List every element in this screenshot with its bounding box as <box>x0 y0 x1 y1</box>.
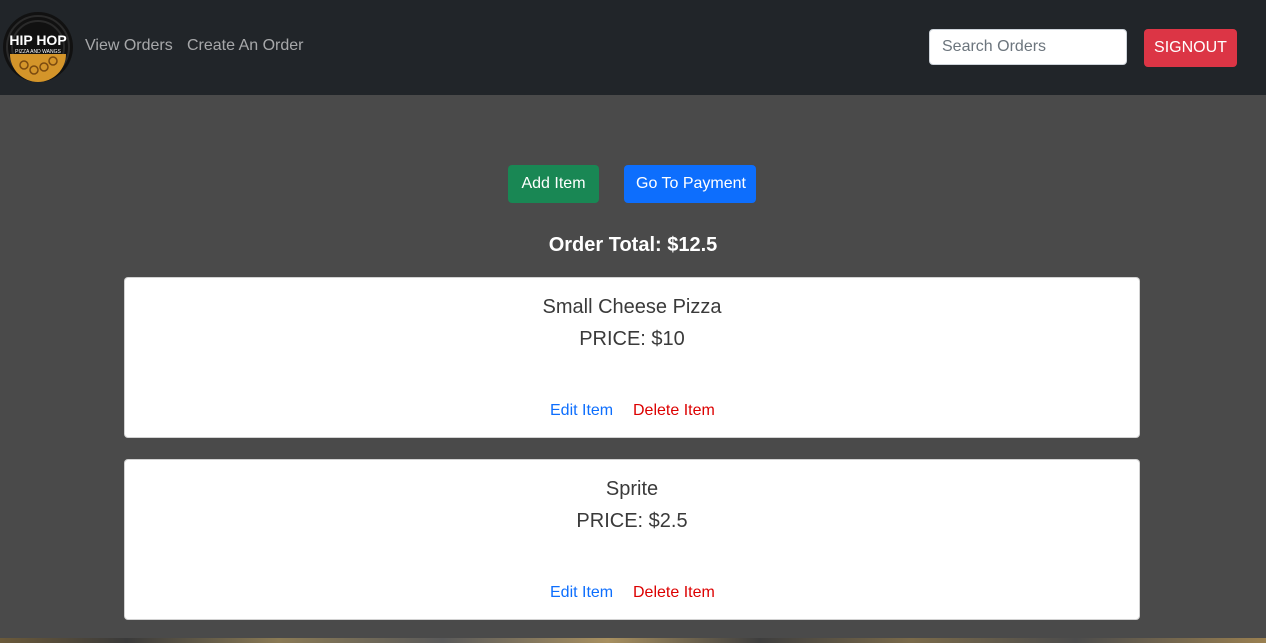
background-image-strip <box>0 638 1266 643</box>
edit-item-link[interactable]: Edit Item <box>550 402 613 420</box>
delete-item-link[interactable]: Delete Item <box>633 402 715 420</box>
item-price: PRICE: $2.5 <box>576 510 688 532</box>
nav-link-view-orders[interactable]: View Orders <box>85 37 173 55</box>
signout-button[interactable]: SIGNOUT <box>1144 29 1237 67</box>
navbar: HIP HOP PIZZA AND WANGS View Orders Crea… <box>0 0 1266 95</box>
item-price: PRICE: $10 <box>579 328 685 350</box>
logo-subtext: PIZZA AND WANGS <box>15 49 61 55</box>
search-input[interactable] <box>929 29 1127 65</box>
go-to-payment-button[interactable]: Go To Payment <box>624 165 756 203</box>
add-item-button[interactable]: Add Item <box>508 165 599 203</box>
order-item-card: Sprite PRICE: $2.5 Edit Item Delete Item <box>124 459 1140 620</box>
item-name: Small Cheese Pizza <box>542 296 722 318</box>
nav-link-create-order[interactable]: Create An Order <box>187 37 304 55</box>
item-name: Sprite <box>605 478 659 500</box>
brand-logo[interactable]: HIP HOP PIZZA AND WANGS <box>2 10 74 84</box>
order-item-card: Small Cheese Pizza PRICE: $10 Edit Item … <box>124 277 1140 438</box>
delete-item-link[interactable]: Delete Item <box>633 584 715 602</box>
order-total: Order Total: $12.5 <box>548 234 718 256</box>
logo-text: HIP HOP <box>9 32 66 48</box>
edit-item-link[interactable]: Edit Item <box>550 584 613 602</box>
